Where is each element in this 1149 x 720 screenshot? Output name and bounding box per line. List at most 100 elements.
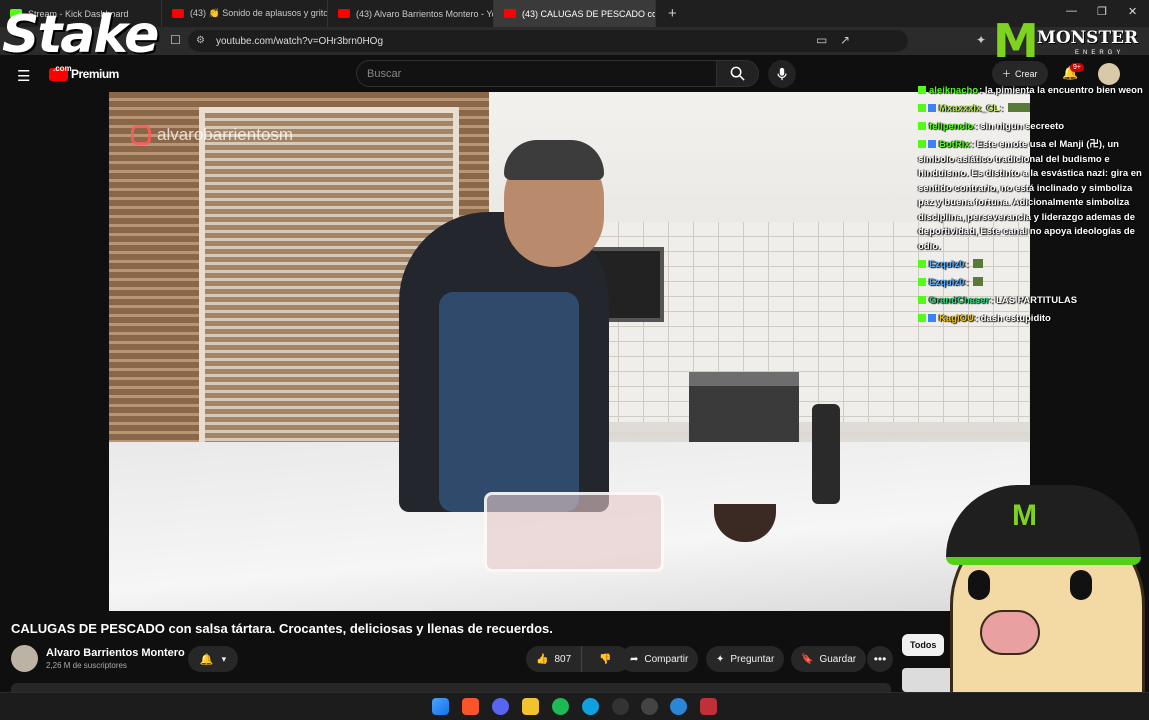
chat-message: Ezquiz0: (918, 258, 1149, 273)
watermark-text: alvarobarrientosm (157, 125, 294, 144)
stake-com-text: .com (53, 64, 72, 73)
chat-username: GrandChaser (929, 294, 990, 306)
extensions-icon[interactable]: ✦ (976, 33, 986, 47)
channel-name[interactable]: Alvaro Barrientos Montero (46, 647, 185, 659)
share-button[interactable]: ➦ Compartir (620, 646, 699, 672)
ask-button[interactable]: ✦ Preguntar (706, 646, 785, 672)
emote-icon (1008, 103, 1031, 112)
filter-chip-todos[interactable]: Todos (902, 634, 945, 656)
browser-icon[interactable] (670, 698, 687, 715)
tab-label: (43) Alvaro Barrientos Montero - You (356, 8, 494, 19)
browser-tab-strip: Stream - Kick Dashboard (43) 👏 Sonido de… (0, 0, 1149, 27)
subscriber-count: 2,26 M de suscriptores (46, 661, 127, 670)
badge-icon (918, 140, 926, 148)
app-icon[interactable] (700, 698, 717, 715)
chat-text: dash estupidito (980, 312, 1051, 324)
badge-icon (918, 277, 926, 286)
cat-eye (968, 570, 990, 600)
share-icon[interactable]: ↗ (840, 33, 850, 47)
cat-nose (980, 610, 1040, 655)
microphone-icon (777, 67, 787, 81)
address-bar-row: ☐ ⚙ youtube.com/watch?v=OHr3brn0HOg ▭ ↗ … (0, 27, 1149, 55)
new-tab-button[interactable]: + (668, 5, 677, 22)
edge-icon[interactable] (582, 698, 599, 715)
badge-icon (918, 259, 926, 268)
chat-message: Mxaxxxix_CL: (918, 102, 1149, 117)
badge-icon (928, 104, 936, 112)
channel-avatar[interactable] (11, 645, 38, 672)
monster-claw-icon: M (1012, 499, 1037, 532)
save-button[interactable]: 🔖 Guardar (791, 646, 867, 672)
maximize-icon[interactable]: ❐ (1097, 5, 1107, 18)
chat-message: BotRix: Este emote usa el Manji (卍), un … (918, 139, 1142, 252)
badge-icon (918, 295, 926, 304)
chef-apron (439, 292, 579, 512)
instagram-watermark: alvarobarrientosm (131, 125, 293, 145)
chat-message: felipencio: sin nigun secreeto (918, 120, 1149, 135)
chat-username: Ezquiz0 (929, 276, 965, 288)
like-dislike-group: 👍 807 👎 (526, 646, 630, 672)
monster-energy-text: ENERGY (1075, 50, 1125, 56)
badge-icon (918, 122, 926, 130)
chat-username: Mxaxxxix_CL (939, 103, 1000, 114)
glass-dish-with-fish (484, 492, 664, 572)
monster-text: MONSTER (1037, 28, 1139, 48)
tab-aplausos[interactable]: (43) 👏 Sonido de aplausos y gritos (162, 0, 328, 27)
window-close-icon[interactable]: ✕ (1128, 5, 1137, 18)
chat-username: aleiknacho (929, 85, 979, 96)
more-icon: ••• (873, 652, 887, 666)
plus-icon: ＋ (1002, 69, 1012, 79)
search-button[interactable] (717, 60, 759, 87)
bell-icon: 🔔 (199, 653, 214, 666)
subscription-notifications-button[interactable]: 🔔 ▾ (188, 646, 238, 672)
chat-username: BotRix (939, 139, 970, 150)
discord-icon[interactable] (492, 698, 509, 715)
instagram-icon (131, 125, 151, 145)
chat-text: la pimienta la encuentro bien weon (984, 85, 1143, 96)
bookmark-icon[interactable]: ☐ (170, 33, 181, 47)
chat-username: KagiOU (939, 312, 974, 324)
tab-calugas-video[interactable]: (43) CALUGAS DE PESCADO con ✕ (494, 0, 656, 27)
share-label: Compartir (644, 653, 689, 665)
site-settings-icon[interactable]: ⚙ (196, 35, 205, 46)
cast-icon[interactable]: ▭ (816, 33, 827, 47)
chat-message: aleiknacho: la pimienta la encuentro bie… (918, 84, 1149, 99)
chat-username: Ezquiz0 (929, 258, 965, 270)
share-arrow-icon: ➦ (630, 653, 639, 665)
cat-eye (1070, 570, 1092, 600)
tab-alvaro-channel[interactable]: (43) Alvaro Barrientos Montero - You (328, 0, 494, 27)
chat-text: LAS PARTITULAS (996, 294, 1078, 306)
ask-label: Preguntar (730, 653, 775, 665)
more-actions-button[interactable]: ••• (867, 646, 893, 672)
tab-label: (43) 👏 Sonido de aplausos y gritos (190, 8, 328, 18)
tab-label: (43) CALUGAS DE PESCADO con (522, 8, 656, 19)
like-button[interactable]: 👍 807 (526, 646, 583, 672)
video-title: CALUGAS DE PESCADO con salsa tártara. Cr… (11, 621, 553, 636)
pepper-grinder (812, 404, 840, 504)
chat-text: Este emote usa el Manji (卍), un símbolo … (918, 139, 1142, 252)
search-icon (730, 66, 745, 81)
streamer-cat-avatar: M (940, 475, 1149, 720)
sparkle-icon: ✦ (716, 653, 725, 665)
minimize-icon[interactable]: — (1066, 5, 1077, 17)
chat-message: GrandChaser: LAS PARTITULAS (918, 294, 1149, 309)
search-placeholder: Buscar (367, 68, 402, 80)
chef-hair (504, 140, 604, 180)
file-explorer-icon[interactable] (522, 698, 539, 715)
voice-search-button[interactable] (768, 60, 796, 88)
spotify-icon[interactable] (552, 698, 569, 715)
windows-start-icon[interactable] (432, 698, 449, 715)
create-label: Crear (1015, 68, 1038, 79)
dislike-button[interactable]: 👎 (588, 654, 622, 665)
brave-browser-icon[interactable] (462, 698, 479, 715)
app-icon[interactable] (641, 698, 658, 715)
chat-text: sin nigun secreeto (980, 121, 1065, 132)
url-input[interactable]: ⚙ youtube.com/watch?v=OHr3brn0HOg (188, 30, 908, 52)
video-player[interactable]: alvarobarrientosm (109, 92, 1030, 611)
chat-message: KagiOU: dash estupidito (918, 312, 1149, 327)
menu-icon[interactable]: ☰ (17, 67, 30, 85)
obs-icon[interactable] (612, 698, 629, 715)
search-input[interactable]: Buscar (356, 60, 717, 87)
bookmark-add-icon: 🔖 (801, 653, 814, 665)
stream-chat-overlay: aleiknacho: la pimienta la encuentro bie… (918, 84, 1149, 330)
